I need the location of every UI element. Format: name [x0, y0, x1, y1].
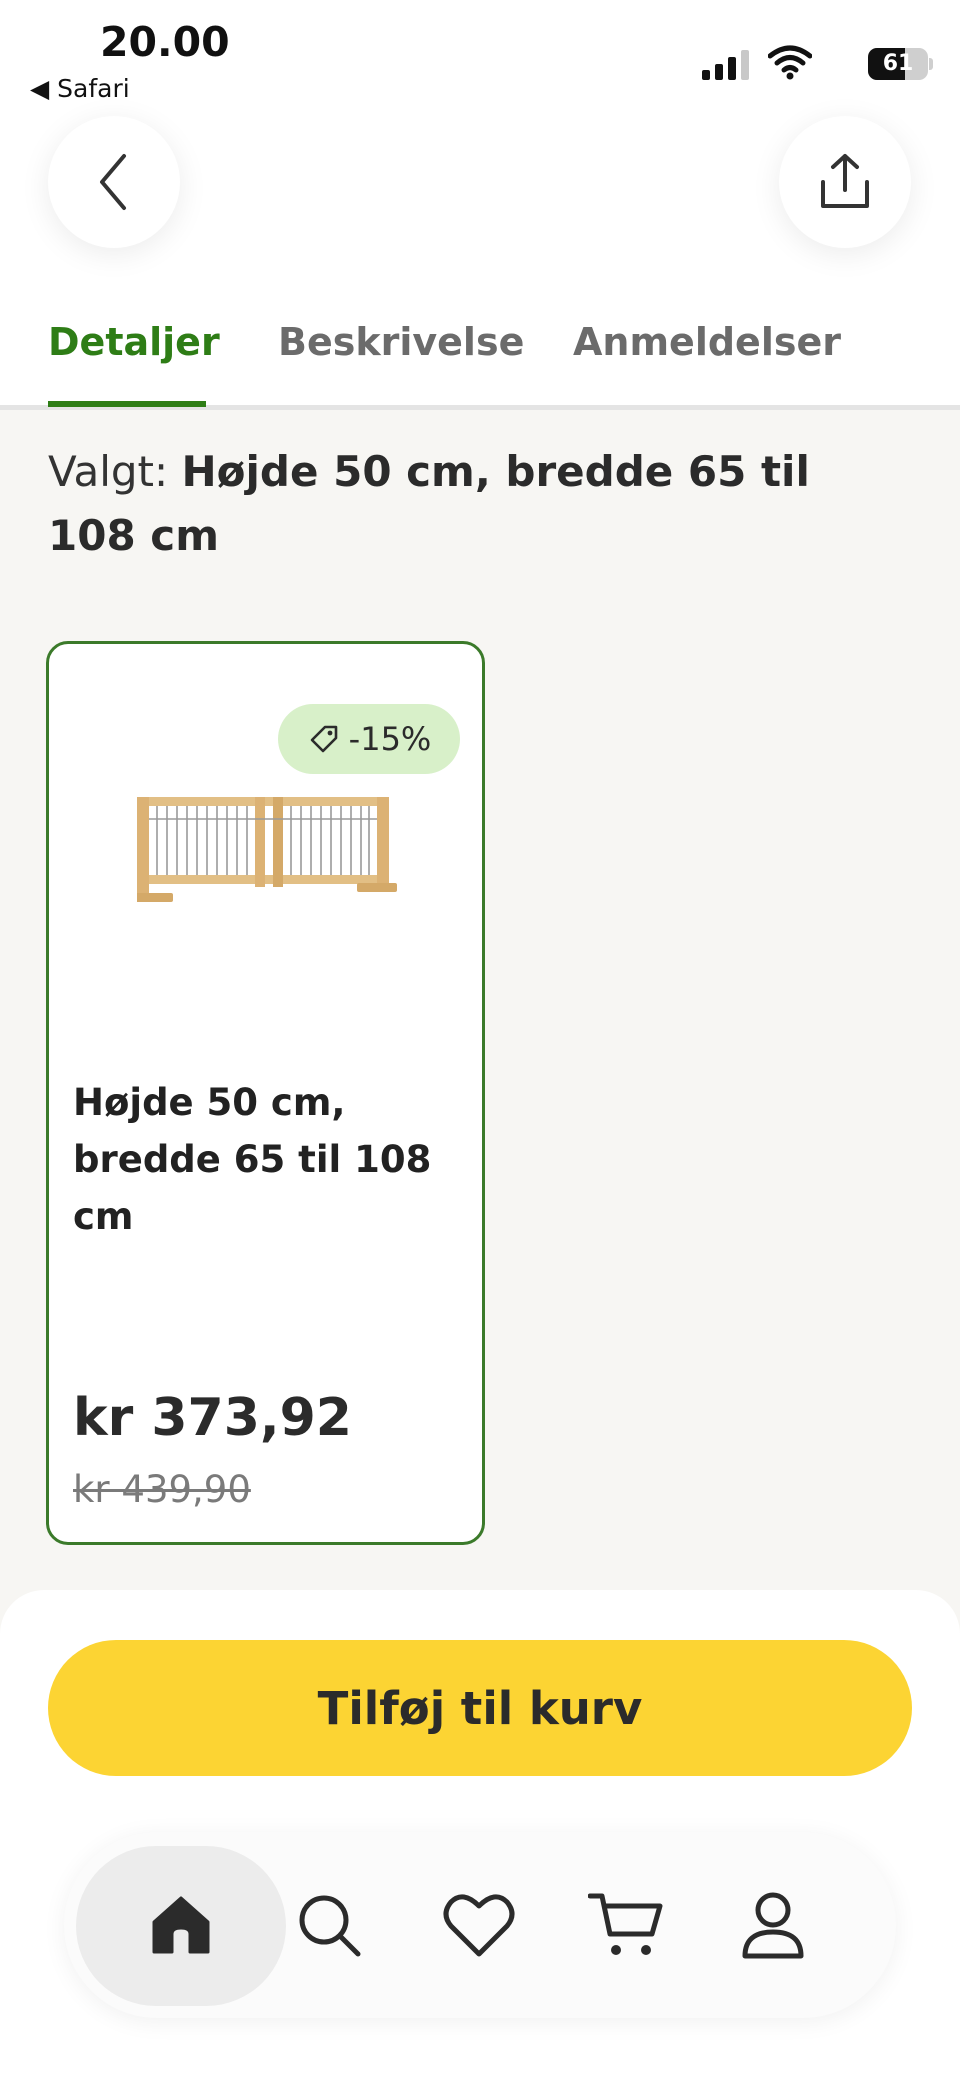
- back-to-safari-link[interactable]: ◀ Safari: [30, 74, 130, 103]
- share-icon: [821, 154, 869, 208]
- back-button[interactable]: [48, 116, 180, 248]
- product-image: [137, 797, 397, 902]
- chevron-left-icon: [100, 154, 126, 210]
- wifi-icon: [768, 45, 812, 80]
- current-price: kr 373,92: [73, 1388, 352, 1448]
- nav-search[interactable]: [264, 1860, 394, 1990]
- tab-description[interactable]: Beskrivelse: [278, 320, 524, 410]
- share-button[interactable]: [779, 116, 911, 248]
- search-icon: [299, 1895, 361, 1957]
- signal-icon: [702, 48, 752, 80]
- add-to-cart-button[interactable]: Tilføj til kurv: [48, 1640, 912, 1776]
- bottom-nav: [64, 1832, 896, 2018]
- selected-variant-text: Valgt: Højde 50 cm, bredde 65 til 108 cm: [48, 440, 868, 568]
- heart-icon: [443, 1894, 515, 1957]
- profile-icon: [742, 1892, 804, 1959]
- bottom-panel: Tilføj til kurv: [0, 1590, 960, 2079]
- discount-text: -15%: [348, 720, 432, 758]
- selected-prefix: Valgt:: [48, 447, 169, 496]
- battery-level: 61: [882, 51, 914, 76]
- nav-favorites[interactable]: [414, 1860, 544, 1990]
- variant-card[interactable]: -15% Højde 50 cm, bredde 65 til 108 cm k…: [46, 641, 485, 1545]
- tab-details[interactable]: Detaljer: [48, 320, 220, 410]
- active-tab-indicator: [48, 401, 206, 407]
- tab-reviews[interactable]: Anmeldelser: [573, 320, 841, 410]
- original-price: kr 439,90: [73, 1468, 251, 1511]
- price-tag-icon: [310, 725, 337, 753]
- home-icon: [152, 1896, 210, 1954]
- nav-profile[interactable]: [708, 1860, 838, 1990]
- cart-icon: [588, 1893, 663, 1955]
- variant-name: Højde 50 cm, bredde 65 til 108 cm: [73, 1081, 432, 1238]
- tab-bar: Detaljer Beskrivelse Anmeldelser: [0, 300, 960, 410]
- battery-icon: 61: [868, 48, 933, 80]
- discount-badge: -15%: [278, 704, 460, 774]
- nav-home[interactable]: [116, 1860, 246, 1990]
- status-time: 20.00: [100, 18, 230, 66]
- top-bar: 20.00 ◀ Safari 61 Detaljer Beskrivelse A…: [0, 0, 960, 410]
- nav-cart[interactable]: [561, 1860, 691, 1990]
